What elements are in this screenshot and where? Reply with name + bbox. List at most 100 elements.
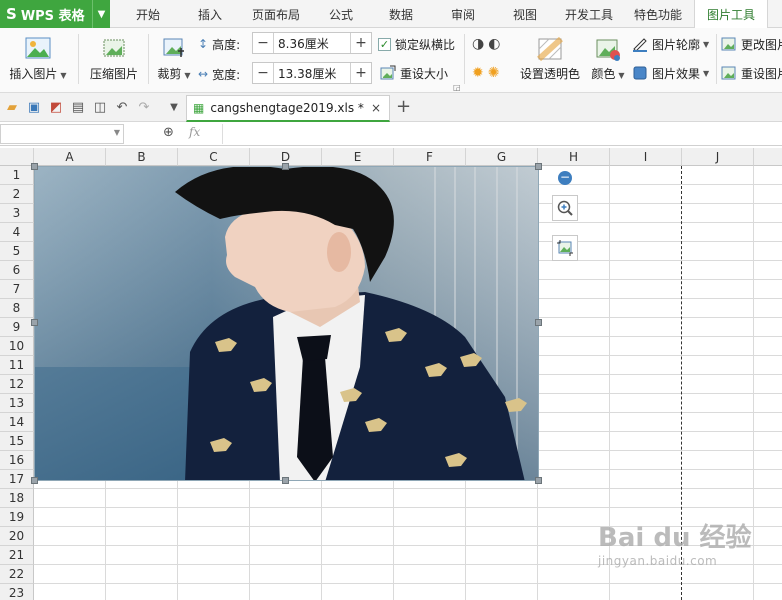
resize-handle-right[interactable] xyxy=(535,319,542,326)
redo-icon[interactable]: ↷ xyxy=(136,100,152,116)
chevron-down-icon[interactable]: ▼ xyxy=(114,128,120,137)
row-header[interactable]: 3 xyxy=(0,204,34,223)
row-header[interactable]: 1 xyxy=(0,166,34,185)
row-header[interactable]: 18 xyxy=(0,489,34,508)
resize-handle-bottom-left[interactable] xyxy=(31,477,38,484)
undo-icon[interactable]: ↶ xyxy=(114,100,130,116)
height-decrement-button[interactable]: − xyxy=(253,33,273,53)
increase-brightness-icon[interactable]: ✹ xyxy=(472,65,484,81)
zoom-formula-icon[interactable]: ⊕ xyxy=(163,125,174,140)
row-header[interactable]: 15 xyxy=(0,432,34,451)
change-picture-button[interactable]: 更改图片 xyxy=(721,35,782,53)
document-tab[interactable]: ▦ cangshengtage2019.xls * × xyxy=(186,95,390,122)
row-header[interactable]: 17 xyxy=(0,470,34,489)
width-increment-button[interactable]: + xyxy=(351,63,371,83)
resize-handle-top[interactable] xyxy=(282,163,289,170)
save-icon[interactable]: ▣ xyxy=(26,100,42,116)
insert-picture-button[interactable]: 插入图片 ▼ xyxy=(6,34,70,84)
row-header[interactable]: 4 xyxy=(0,223,34,242)
name-box[interactable]: ▼ xyxy=(0,124,124,144)
dialog-launcher-icon[interactable]: ◲ xyxy=(453,83,461,92)
resize-handle-bottom[interactable] xyxy=(282,477,289,484)
height-input[interactable]: 8.36厘米 xyxy=(273,33,351,53)
checkmark-icon[interactable]: ✓ xyxy=(378,37,391,51)
column-header-j[interactable]: J xyxy=(682,148,754,166)
lock-aspect-ratio-checkbox[interactable]: ✓ 锁定纵横比 xyxy=(378,36,455,52)
crop-picture-button[interactable] xyxy=(552,235,578,261)
decrease-brightness-icon[interactable]: ✺ xyxy=(488,65,500,81)
resize-handle-left[interactable] xyxy=(31,319,38,326)
row-header[interactable]: 5 xyxy=(0,242,34,261)
row-header[interactable]: 14 xyxy=(0,413,34,432)
tab-review[interactable]: 审阅 xyxy=(432,0,494,28)
resize-handle-top-left[interactable] xyxy=(31,163,38,170)
column-header-e[interactable]: E xyxy=(322,148,394,166)
column-header-i[interactable]: I xyxy=(610,148,682,166)
tab-developer[interactable]: 开发工具 xyxy=(556,0,622,28)
inserted-picture[interactable] xyxy=(34,166,539,481)
preview-picture-button[interactable] xyxy=(552,195,578,221)
width-spinner[interactable]: − 13.38厘米 + xyxy=(252,62,372,84)
tab-formulas[interactable]: 公式 xyxy=(312,0,370,28)
picture-outline-button[interactable]: 图片轮廓 ▼ xyxy=(632,35,709,53)
row-header[interactable]: 19 xyxy=(0,508,34,527)
tab-data[interactable]: 数据 xyxy=(370,0,432,28)
height-spinner[interactable]: − 8.36厘米 + xyxy=(252,32,372,54)
formula-input[interactable] xyxy=(222,124,782,144)
contrast-buttons[interactable]: ◑ ◐ xyxy=(472,35,500,53)
row-header[interactable]: 12 xyxy=(0,375,34,394)
reset-size-button[interactable]: 重设大小 xyxy=(380,64,448,82)
height-increment-button[interactable]: + xyxy=(351,33,371,53)
row-header[interactable]: 22 xyxy=(0,565,34,584)
crop-button[interactable]: 裁剪 ▼ xyxy=(154,34,194,84)
tab-view[interactable]: 视图 xyxy=(494,0,556,28)
tab-insert[interactable]: 插入 xyxy=(180,0,240,28)
resize-handle-top-right[interactable] xyxy=(535,163,542,170)
export-pdf-icon[interactable]: ◩ xyxy=(48,100,64,116)
color-button[interactable]: 颜色 ▼ xyxy=(588,34,628,84)
collapse-float-toolbar-button[interactable]: − xyxy=(558,171,572,185)
print-icon[interactable]: ▤ xyxy=(70,100,86,116)
row-header[interactable]: 23 xyxy=(0,584,34,600)
resize-handle-bottom-right[interactable] xyxy=(535,477,542,484)
select-all-corner[interactable] xyxy=(0,148,34,166)
print-preview-icon[interactable]: ◫ xyxy=(92,100,108,116)
row-header[interactable]: 7 xyxy=(0,280,34,299)
row-header[interactable]: 9 xyxy=(0,318,34,337)
app-menu-button[interactable]: S WPS 表格 ▼ xyxy=(0,0,110,28)
row-header[interactable]: 20 xyxy=(0,527,34,546)
fx-icon[interactable]: fx xyxy=(189,125,200,139)
width-decrement-button[interactable]: − xyxy=(253,63,273,83)
row-header[interactable]: 21 xyxy=(0,546,34,565)
reset-picture-button[interactable]: 重设图片 xyxy=(721,64,782,82)
tab-home[interactable]: 开始 xyxy=(116,0,180,28)
column-header-a[interactable]: A xyxy=(34,148,106,166)
new-tab-button[interactable]: + xyxy=(396,96,411,117)
row-header[interactable]: 2 xyxy=(0,185,34,204)
column-header-g[interactable]: G xyxy=(466,148,538,166)
decrease-contrast-icon[interactable]: ◐ xyxy=(488,36,500,52)
column-header-f[interactable]: F xyxy=(394,148,466,166)
row-header[interactable]: 6 xyxy=(0,261,34,280)
row-header[interactable]: 16 xyxy=(0,451,34,470)
tab-page-layout[interactable]: 页面布局 xyxy=(240,0,312,28)
dropdown-icon[interactable]: ▼ xyxy=(166,100,182,116)
brightness-buttons[interactable]: ✹ ✺ xyxy=(472,64,499,82)
row-header[interactable]: 13 xyxy=(0,394,34,413)
increase-contrast-icon[interactable]: ◑ xyxy=(472,36,484,52)
row-header[interactable]: 10 xyxy=(0,337,34,356)
open-folder-icon[interactable]: ▰ xyxy=(4,100,20,116)
column-header-h[interactable]: H xyxy=(538,148,610,166)
set-transparent-color-button[interactable]: 设置透明色 xyxy=(516,34,584,84)
chevron-down-icon[interactable]: ▼ xyxy=(92,0,110,28)
picture-effect-button[interactable]: 图片效果 ▼ xyxy=(632,64,709,82)
row-header[interactable]: 11 xyxy=(0,356,34,375)
column-header-b[interactable]: B xyxy=(106,148,178,166)
close-tab-icon[interactable]: × xyxy=(371,101,381,115)
width-input[interactable]: 13.38厘米 xyxy=(273,63,351,83)
compress-picture-button[interactable]: 压缩图片 xyxy=(86,34,142,84)
tab-special-features[interactable]: 特色功能 xyxy=(622,0,694,28)
row-header[interactable]: 8 xyxy=(0,299,34,318)
column-header-k[interactable] xyxy=(754,148,782,166)
column-header-c[interactable]: C xyxy=(178,148,250,166)
